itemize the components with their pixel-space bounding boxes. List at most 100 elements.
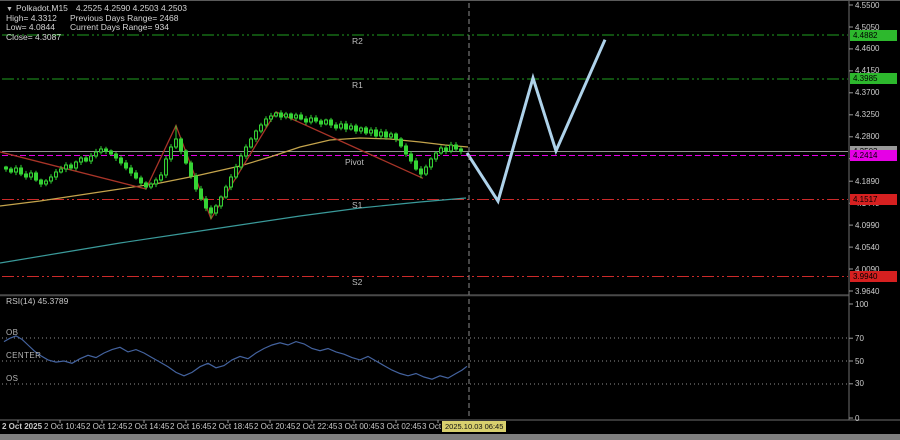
candle-body bbox=[105, 149, 108, 151]
candle-body bbox=[10, 169, 13, 172]
candle-body bbox=[85, 158, 88, 161]
candle-body bbox=[100, 149, 103, 152]
candle-body bbox=[390, 134, 393, 137]
candle-body bbox=[410, 154, 413, 161]
candle-body bbox=[50, 177, 53, 181]
candle-body bbox=[165, 159, 168, 175]
candle-body bbox=[335, 125, 338, 128]
candle-body bbox=[395, 134, 398, 139]
candle-body bbox=[190, 163, 193, 176]
candle-body bbox=[385, 132, 388, 137]
candle-body bbox=[140, 178, 143, 183]
candle-body bbox=[5, 167, 8, 169]
candle-body bbox=[300, 115, 303, 119]
candle-body bbox=[365, 128, 368, 133]
candle-body bbox=[355, 126, 358, 131]
candle-body bbox=[200, 189, 203, 199]
candle-body bbox=[210, 208, 213, 213]
candle-body bbox=[415, 161, 418, 169]
candle-body bbox=[155, 180, 158, 184]
candle-body bbox=[260, 125, 263, 131]
candle-body bbox=[280, 113, 283, 117]
candle-body bbox=[185, 151, 188, 163]
candle-body bbox=[60, 169, 63, 172]
candle-body bbox=[350, 126, 353, 129]
candle-body bbox=[330, 120, 333, 125]
close-row: Close= 4.3087 bbox=[6, 33, 187, 43]
candle-body bbox=[275, 113, 278, 116]
chart-header: ▼Polkadot,M154.2525 4.2590 4.2503 4.2503… bbox=[6, 4, 187, 42]
candle-body bbox=[290, 114, 293, 118]
rsi-indicator-header: RSI(14) 45.3789 bbox=[6, 297, 68, 306]
ohlc-readout: 4.2525 4.2590 4.2503 4.2503 bbox=[76, 3, 187, 13]
candle-body bbox=[215, 206, 218, 213]
candle-body bbox=[25, 174, 28, 177]
candle-body bbox=[175, 139, 178, 147]
candle-body bbox=[305, 119, 308, 122]
candle-body bbox=[120, 158, 123, 163]
candle-body bbox=[255, 131, 258, 139]
candle-body bbox=[15, 168, 18, 172]
candle-body bbox=[115, 154, 118, 158]
current-day-range: Current Days Range= 934 bbox=[70, 23, 169, 33]
candle-body bbox=[295, 115, 298, 118]
day-high-value: High= 4.3312 bbox=[6, 13, 57, 23]
cursor-time-badge: 2025.10.03 06:45 bbox=[442, 421, 506, 432]
candle-body bbox=[135, 173, 138, 178]
candle-body bbox=[195, 176, 198, 189]
candle-body bbox=[95, 152, 98, 156]
candle-body bbox=[320, 121, 323, 124]
candle-body bbox=[370, 130, 373, 133]
candle-body bbox=[80, 158, 83, 162]
candle-body bbox=[400, 139, 403, 146]
price-chart-canvas[interactable] bbox=[0, 1, 900, 440]
candle-body bbox=[90, 156, 93, 161]
day-close-value: Close= 4.3087 bbox=[6, 32, 61, 42]
candle-body bbox=[325, 120, 328, 124]
candle-body bbox=[205, 199, 208, 208]
candle-body bbox=[445, 148, 448, 151]
candle-body bbox=[435, 153, 438, 159]
candle-body bbox=[250, 139, 253, 147]
candle-body bbox=[160, 175, 163, 180]
candle-body bbox=[375, 130, 378, 136]
rsi-line bbox=[4, 336, 467, 379]
candle-body bbox=[345, 124, 348, 129]
candle-body bbox=[75, 162, 78, 168]
candle-body bbox=[270, 116, 273, 119]
candle-body bbox=[245, 147, 248, 156]
candle-body bbox=[235, 167, 238, 177]
day-low-value: Low= 4.0844 bbox=[6, 22, 55, 32]
candle-body bbox=[405, 146, 408, 154]
candle-body bbox=[340, 124, 343, 128]
candle-body bbox=[55, 172, 58, 177]
candle-body bbox=[285, 114, 288, 117]
slow-ma-line bbox=[0, 198, 466, 263]
candle-body bbox=[380, 132, 383, 136]
candle-body bbox=[240, 156, 243, 167]
candle-body bbox=[440, 148, 443, 153]
forecast-zigzag[interactable] bbox=[467, 40, 605, 202]
candle-body bbox=[225, 187, 228, 197]
candle-body bbox=[110, 151, 113, 154]
candle-body bbox=[360, 128, 363, 131]
candle-body bbox=[180, 139, 183, 151]
candle-body bbox=[450, 145, 453, 151]
candle-body bbox=[265, 119, 268, 125]
candle-body bbox=[310, 118, 313, 122]
candle-body bbox=[460, 149, 463, 151]
candle-body bbox=[40, 180, 43, 184]
candle-body bbox=[455, 145, 458, 149]
candle-body bbox=[45, 181, 48, 184]
candle-body bbox=[35, 173, 38, 180]
candle-body bbox=[20, 168, 23, 174]
candle-body bbox=[425, 167, 428, 174]
candle-body bbox=[315, 118, 318, 121]
candle-body bbox=[170, 147, 173, 159]
candle-body bbox=[145, 183, 148, 187]
candle-body bbox=[30, 173, 33, 177]
candle-body bbox=[420, 169, 423, 174]
candle-body bbox=[150, 184, 153, 187]
symbol-title: Polkadot,M15 bbox=[16, 3, 68, 13]
candle-body bbox=[220, 197, 223, 206]
